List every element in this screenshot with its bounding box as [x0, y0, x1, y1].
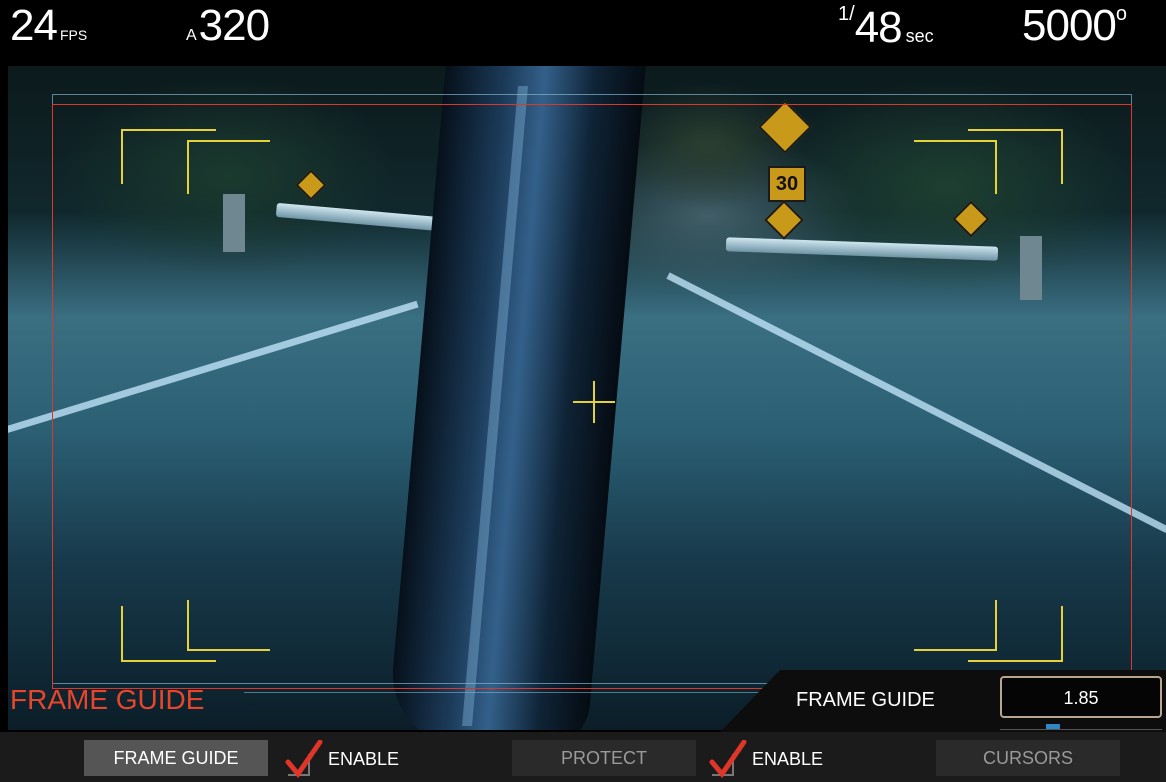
- white-balance-readout: 5000o: [1022, 4, 1127, 48]
- protect-enable-label: ENABLE: [752, 749, 824, 769]
- white-balance-value: 5000: [1022, 1, 1117, 50]
- frame-guide-value-field[interactable]: 1.85: [1000, 676, 1162, 718]
- frame-guide-value: 1.85: [1063, 688, 1099, 708]
- frame-guide-enable-checkbox[interactable]: [284, 740, 324, 778]
- shutter-value: 48: [854, 3, 903, 52]
- checkmark-icon: [285, 740, 323, 778]
- frame-rate-value: 24: [10, 1, 58, 50]
- value-slider-track: [1000, 729, 1162, 730]
- iso-value: 320: [198, 1, 270, 50]
- status-bar: 24 FPS A320 1/48 sec 5000o: [0, 0, 1166, 66]
- frame-rate-unit: FPS: [59, 27, 88, 43]
- menu-title: FRAME GUIDE: [10, 684, 205, 715]
- protect-enable-checkbox[interactable]: [708, 740, 748, 778]
- shutter-unit: sec: [905, 26, 934, 46]
- frame-guide-tab[interactable]: FRAME GUIDE: [84, 740, 268, 776]
- frame-guide-outline-red: [52, 104, 1132, 689]
- value-slider-thumb[interactable]: [1046, 724, 1060, 729]
- frame-rate-readout: 24 FPS: [10, 4, 87, 48]
- menu-title-divider-secondary: [244, 692, 764, 693]
- setting-label: FRAME GUIDE: [796, 689, 935, 711]
- iso-prefix: A: [186, 27, 197, 44]
- menu-title-divider: [244, 688, 800, 689]
- shutter-numerator: 1/: [838, 3, 855, 25]
- protect-tab[interactable]: PROTECT: [512, 740, 696, 776]
- white-balance-unit: o: [1115, 3, 1128, 25]
- checkmark-icon: [709, 740, 747, 778]
- shutter-readout: 1/48 sec: [838, 4, 934, 50]
- frame-guide-enable-label: ENABLE: [328, 749, 400, 769]
- cursors-tab[interactable]: CURSORS: [936, 740, 1120, 776]
- iso-readout: A320: [186, 1, 270, 50]
